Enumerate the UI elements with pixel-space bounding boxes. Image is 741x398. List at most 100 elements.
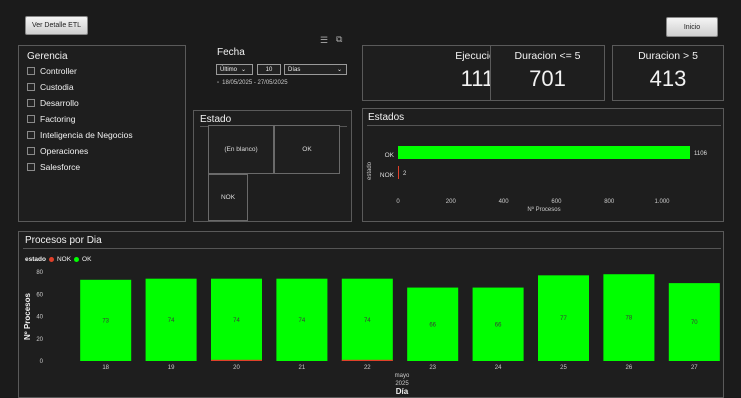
legend-ok-marker: [74, 257, 80, 262]
procesos-xtick-label: 20: [233, 365, 240, 371]
estados-chart: Estados estado OK 1106 NOK 2 0 200 400 600 800 1.0…: [362, 108, 724, 222]
legend-ok-label: OK: [82, 256, 92, 263]
gerencia-item-label: Custodia: [40, 82, 74, 92]
procesos-bar-nok: [210, 359, 263, 361]
procesos-data-label: 74: [168, 318, 175, 324]
gerencia-item[interactable]: Operaciones: [27, 146, 88, 156]
procesos-xtick-label: 22: [364, 365, 371, 371]
legend-nok-label: NOK: [56, 256, 72, 263]
estados-tick-label: 800: [604, 199, 615, 205]
procesos-data-label: 66: [495, 322, 502, 328]
checkbox-icon[interactable]: [27, 131, 35, 139]
estados-data-label: 1106: [694, 151, 708, 157]
estado-slicer: Estado (En blanco) OK NOK: [193, 110, 352, 222]
filter-icon[interactable]: ☰: [320, 35, 328, 46]
estados-title: Estados: [368, 112, 405, 123]
procesos-data-label: 77: [560, 316, 567, 322]
procesos-chart: Procesos por Dia estado NOK OK 0 20 40 60 80…: [18, 231, 724, 398]
procesos-xtick-label: 26: [626, 365, 633, 371]
kpi-duracion-mayor-title: Duracion > 5: [638, 50, 698, 62]
fecha-range-text: 18/05/2025 - 27/05/2025: [222, 80, 288, 86]
gerencia-item[interactable]: Factoring: [27, 114, 75, 124]
estados-tick-label: 400: [499, 199, 510, 205]
estados-ylabel: estado: [367, 161, 373, 180]
procesos-ytick-label: 0: [40, 359, 44, 365]
gerencia-item-label: Operaciones: [40, 146, 89, 156]
chevron-down-icon: ⌄: [336, 67, 342, 73]
checkbox-icon[interactable]: [27, 115, 35, 123]
procesos-data-label: 74: [364, 318, 371, 324]
fecha-mode-value: Último: [220, 66, 238, 73]
chevron-down-icon: ⌄: [241, 67, 247, 73]
estados-tick-label: 1.000: [655, 199, 671, 205]
ver-detalle-etl-button[interactable]: Ver Detalle ETL: [25, 16, 88, 35]
procesos-xtick-label: 18: [102, 365, 109, 371]
checkbox-icon[interactable]: [27, 67, 35, 75]
gerencia-slicer: Gerencia Controller Custodia Desarrollo Fac…: [18, 45, 186, 222]
kpi-duracion-menor-title: Duracion <= 5: [514, 50, 581, 62]
procesos-xtick-label: 21: [299, 365, 306, 371]
procesos-data-label: 74: [233, 318, 240, 324]
kpi-duracion-mayor: Duracion > 5 413: [612, 45, 724, 101]
gerencia-item[interactable]: Controller: [27, 66, 77, 76]
estados-xlabel: Nº Procesos: [527, 206, 560, 213]
legend-label: estado: [25, 256, 46, 263]
procesos-ytick-label: 80: [36, 270, 43, 276]
kpi-duracion-menor: Duracion <= 5 701: [490, 45, 605, 101]
estados-chart-svg: estado OK 1106 NOK 2 0 200 400 600 800 1.000 Nº Pro…: [367, 146, 708, 213]
gerencia-item-label: Controller: [40, 66, 77, 76]
checkbox-icon[interactable]: [27, 163, 35, 171]
inicio-button[interactable]: Inicio: [666, 17, 718, 37]
gerencia-item-label: Salesforce: [40, 162, 81, 172]
kpi-duracion-mayor-value: 413: [649, 66, 687, 91]
procesos-month-label: mayo: [395, 373, 410, 379]
procesos-title: Procesos por Dia: [25, 235, 102, 246]
checkbox-icon[interactable]: [27, 99, 35, 107]
procesos-xtick-label: 25: [560, 365, 567, 371]
procesos-xtick-label: 23: [429, 365, 436, 371]
procesos-ytick-label: 60: [36, 292, 43, 298]
legend-nok-marker: [48, 257, 54, 262]
procesos-bar-nok: [341, 359, 393, 361]
gerencia-item[interactable]: Desarrollo: [27, 98, 79, 108]
kpi-duracion-menor-value: 701: [529, 66, 566, 91]
checkbox-icon[interactable]: [27, 83, 35, 91]
estado-tile-ok[interactable]: OK: [274, 125, 340, 174]
gerencia-title: Gerencia: [27, 51, 68, 62]
procesos-ytick-label: 40: [36, 315, 43, 321]
fecha-unit-select[interactable]: Días ⌄: [284, 64, 347, 75]
procesos-data-label: 74: [299, 318, 306, 324]
procesos-data-label: 70: [691, 320, 698, 326]
gerencia-item[interactable]: Salesforce: [27, 162, 80, 172]
estados-category-label: NOK: [380, 172, 395, 179]
procesos-data-label: 73: [102, 318, 109, 324]
fecha-title: Fecha: [217, 47, 245, 58]
estados-category-label: OK: [385, 152, 395, 159]
procesos-chart-svg: 0 20 40 60 80 Nº Procesos 73 18 74 19 74 20 74 21 74 22…: [23, 270, 720, 396]
estado-tile-blank[interactable]: (En blanco): [208, 125, 274, 174]
estado-tile-nok[interactable]: NOK: [208, 174, 248, 221]
estados-bar: [398, 166, 399, 179]
estado-title: Estado: [200, 114, 232, 125]
fecha-mode-select[interactable]: Último ⌄: [216, 64, 253, 75]
procesos-xtick-label: 19: [168, 365, 175, 371]
estados-data-label: 2: [403, 171, 407, 177]
procesos-xlabel: Día: [396, 387, 409, 396]
procesos-ylabel: Nº Procesos: [23, 292, 32, 339]
expand-icon[interactable]: ⧉: [336, 34, 342, 45]
procesos-data-label: 78: [626, 316, 633, 322]
gerencia-item[interactable]: Inteligencia de Negocios: [27, 130, 133, 140]
procesos-xtick-label: 27: [691, 365, 698, 371]
checkbox-icon[interactable]: [27, 147, 35, 155]
gerencia-item[interactable]: Custodia: [27, 82, 74, 92]
estados-tick-label: 0: [396, 199, 400, 205]
gerencia-item-label: Desarrollo: [40, 98, 79, 108]
fecha-unit-value: Días: [288, 66, 301, 73]
divider: [23, 248, 721, 249]
procesos-ytick-label: 20: [36, 337, 43, 343]
estados-tick-label: 200: [446, 199, 457, 205]
gerencia-item-label: Factoring: [40, 114, 76, 124]
estados-tick-label: 600: [551, 199, 562, 205]
gerencia-item-label: Inteligencia de Negocios: [40, 130, 133, 140]
fecha-count-input[interactable]: 10: [257, 64, 281, 75]
